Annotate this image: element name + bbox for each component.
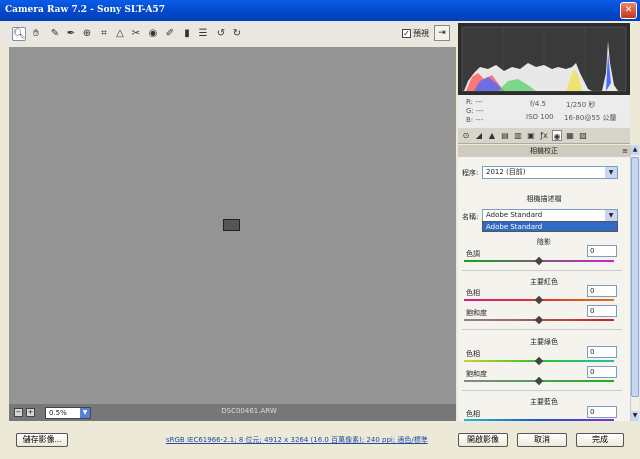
chevron-up-icon[interactable]: ▲ — [631, 145, 639, 155]
green-hue-input[interactable]: 0 — [587, 346, 617, 358]
footer: 儲存影像... sRGB IEC61966-2.1; 8 位元; 4912 x … — [0, 421, 640, 459]
histogram — [458, 23, 630, 95]
preview-status-bar: − + 0.5% ▼ DSC00461.ARW — [9, 404, 456, 421]
chevron-down-icon: ▼ — [80, 408, 90, 418]
close-icon[interactable]: ✕ — [620, 2, 637, 19]
shadows-tint-knob[interactable] — [534, 256, 544, 266]
graduated-filter-icon[interactable]: ▮ — [180, 27, 194, 41]
tab-detail-icon[interactable]: ▲ — [487, 130, 497, 141]
shadows-tint-label: 色調 — [466, 250, 480, 258]
workflow-options-link[interactable]: sRGB IEC61966-2.1; 8 位元; 4912 x 3264 (16… — [166, 435, 428, 445]
divider — [462, 390, 622, 391]
cancel-button[interactable]: 取消 — [517, 433, 567, 447]
tab-camera-calibration-icon[interactable]: ◉ — [552, 130, 562, 141]
red-hue-knob[interactable] — [534, 295, 544, 305]
green-saturation-input[interactable]: 0 — [587, 366, 617, 378]
red-saturation-label: 飽和度 — [466, 309, 487, 317]
divider — [462, 329, 622, 330]
blue-readout: B: --- — [466, 116, 483, 124]
green-hue-label: 色相 — [466, 350, 480, 358]
chevron-down-icon: ▼ — [605, 167, 617, 178]
process-select[interactable]: 2012 (目前) ▼ — [482, 166, 618, 179]
histogram-info: R: --- G: --- B: --- f/4.5 1/250 秒 ISO 1… — [458, 95, 630, 127]
straighten-icon[interactable]: △ — [113, 27, 127, 41]
zoom-in-icon[interactable]: + — [26, 408, 35, 417]
blue-hue-label: 色相 — [466, 410, 480, 418]
red-saturation-input[interactable]: 0 — [587, 305, 617, 317]
divider — [462, 270, 622, 271]
title-bar: Camera Raw 7.2 - Sony SLT-A57 ✕ — [0, 0, 640, 21]
green-saturation-label: 飽和度 — [466, 370, 487, 378]
process-label: 程序: — [462, 169, 479, 177]
lens: 16-80@55 公釐 — [564, 114, 617, 122]
fullscreen-icon[interactable]: ⇥ — [434, 25, 450, 41]
done-button[interactable]: 完成 — [576, 433, 624, 447]
preview-label: 預視 — [413, 29, 429, 38]
zoom-out-icon[interactable]: − — [14, 408, 23, 417]
shutter-speed: 1/250 秒 — [566, 101, 596, 109]
profile-value: Adobe Standard — [486, 211, 543, 219]
panel-header: 相機校正 ≡ — [458, 145, 630, 157]
tab-lens-icon[interactable]: ▣ — [526, 130, 536, 141]
name-label: 名稱: — [462, 213, 479, 221]
target-adjust-icon[interactable]: ⊕ — [80, 27, 94, 41]
red-eye-icon[interactable]: ◉ — [146, 27, 160, 41]
tab-snapshots-icon[interactable]: ▧ — [578, 130, 588, 141]
tab-effects-icon[interactable]: ƒx — [539, 130, 549, 141]
image-preview[interactable] — [9, 47, 456, 404]
image-thumbnail — [223, 219, 240, 231]
green-saturation-knob[interactable] — [534, 376, 544, 386]
window-title: Camera Raw 7.2 - Sony SLT-A57 — [5, 5, 165, 15]
rotate-left-icon[interactable]: ↺ — [214, 27, 228, 41]
hand-icon[interactable]: ✋︎ — [29, 27, 43, 41]
green-readout: G: --- — [466, 107, 484, 115]
toolbar: 🔍︎ ✋︎ ✎ ✒ ⊕ ⌗ △ ✂ ◉ ✐ ▮ ☰ ↺ ↻ ✓ 預視 ⇥ — [0, 21, 456, 46]
green-hue-knob[interactable] — [534, 356, 544, 366]
save-image-button[interactable]: 儲存影像... — [16, 433, 68, 447]
color-sampler-icon[interactable]: ✒ — [64, 27, 78, 41]
tab-split-toning-icon[interactable]: ▥ — [513, 130, 523, 141]
preferences-icon[interactable]: ☰ — [196, 27, 210, 41]
adjustment-brush-icon[interactable]: ✐ — [163, 27, 177, 41]
spot-removal-icon[interactable]: ✂ — [129, 27, 143, 41]
open-image-button[interactable]: 開啟影像 — [458, 433, 508, 447]
iso: ISO 100 — [526, 113, 554, 121]
panel-tabs: ⊙ ◢ ▲ ▤ ▥ ▣ ƒx ◉ ▦ ▧ — [458, 128, 630, 144]
red-readout: R: --- — [466, 98, 483, 106]
aperture: f/4.5 — [530, 100, 546, 108]
zoom-select[interactable]: 0.5% ▼ — [45, 407, 91, 419]
red-hue-input[interactable]: 0 — [587, 285, 617, 297]
blue-hue-input[interactable]: 0 — [587, 406, 617, 418]
chevron-down-icon: ▼ — [605, 210, 617, 221]
panel-scrollbar[interactable]: ▲ ▼ — [630, 145, 639, 421]
red-saturation-knob[interactable] — [534, 315, 544, 325]
scrollbar-thumb[interactable] — [631, 157, 639, 397]
tab-tone-curve-icon[interactable]: ◢ — [474, 130, 484, 141]
red-hue-label: 色相 — [466, 289, 480, 297]
tab-hsl-icon[interactable]: ▤ — [500, 130, 510, 141]
file-name: DSC00461.ARW — [221, 407, 277, 415]
process-value: 2012 (目前) — [486, 168, 526, 176]
zoom-icon[interactable]: 🔍︎ — [12, 27, 26, 41]
tab-presets-icon[interactable]: ▦ — [565, 130, 575, 141]
preview-checkbox[interactable]: ✓ — [402, 29, 411, 38]
shadows-tint-input[interactable]: 0 — [587, 245, 617, 257]
chevron-down-icon[interactable]: ▼ — [631, 411, 639, 421]
histogram-graph — [461, 26, 627, 92]
zoom-value: 0.5% — [49, 409, 67, 417]
white-balance-icon[interactable]: ✎ — [48, 27, 62, 41]
rotate-right-icon[interactable]: ↻ — [230, 27, 244, 41]
crop-icon[interactable]: ⌗ — [97, 27, 111, 41]
camera-calibration-panel: 程序: 2012 (目前) ▼ 相機描述檔 名稱: Adobe Standard… — [458, 157, 630, 421]
panel-title: 相機校正 — [530, 147, 558, 155]
profile-dropdown-option[interactable]: Adobe Standard — [482, 221, 618, 232]
panel-menu-icon[interactable]: ≡ — [622, 145, 628, 157]
profile-section-title: 相機描述檔 — [526, 195, 562, 203]
tab-basic-icon[interactable]: ⊙ — [461, 130, 471, 141]
